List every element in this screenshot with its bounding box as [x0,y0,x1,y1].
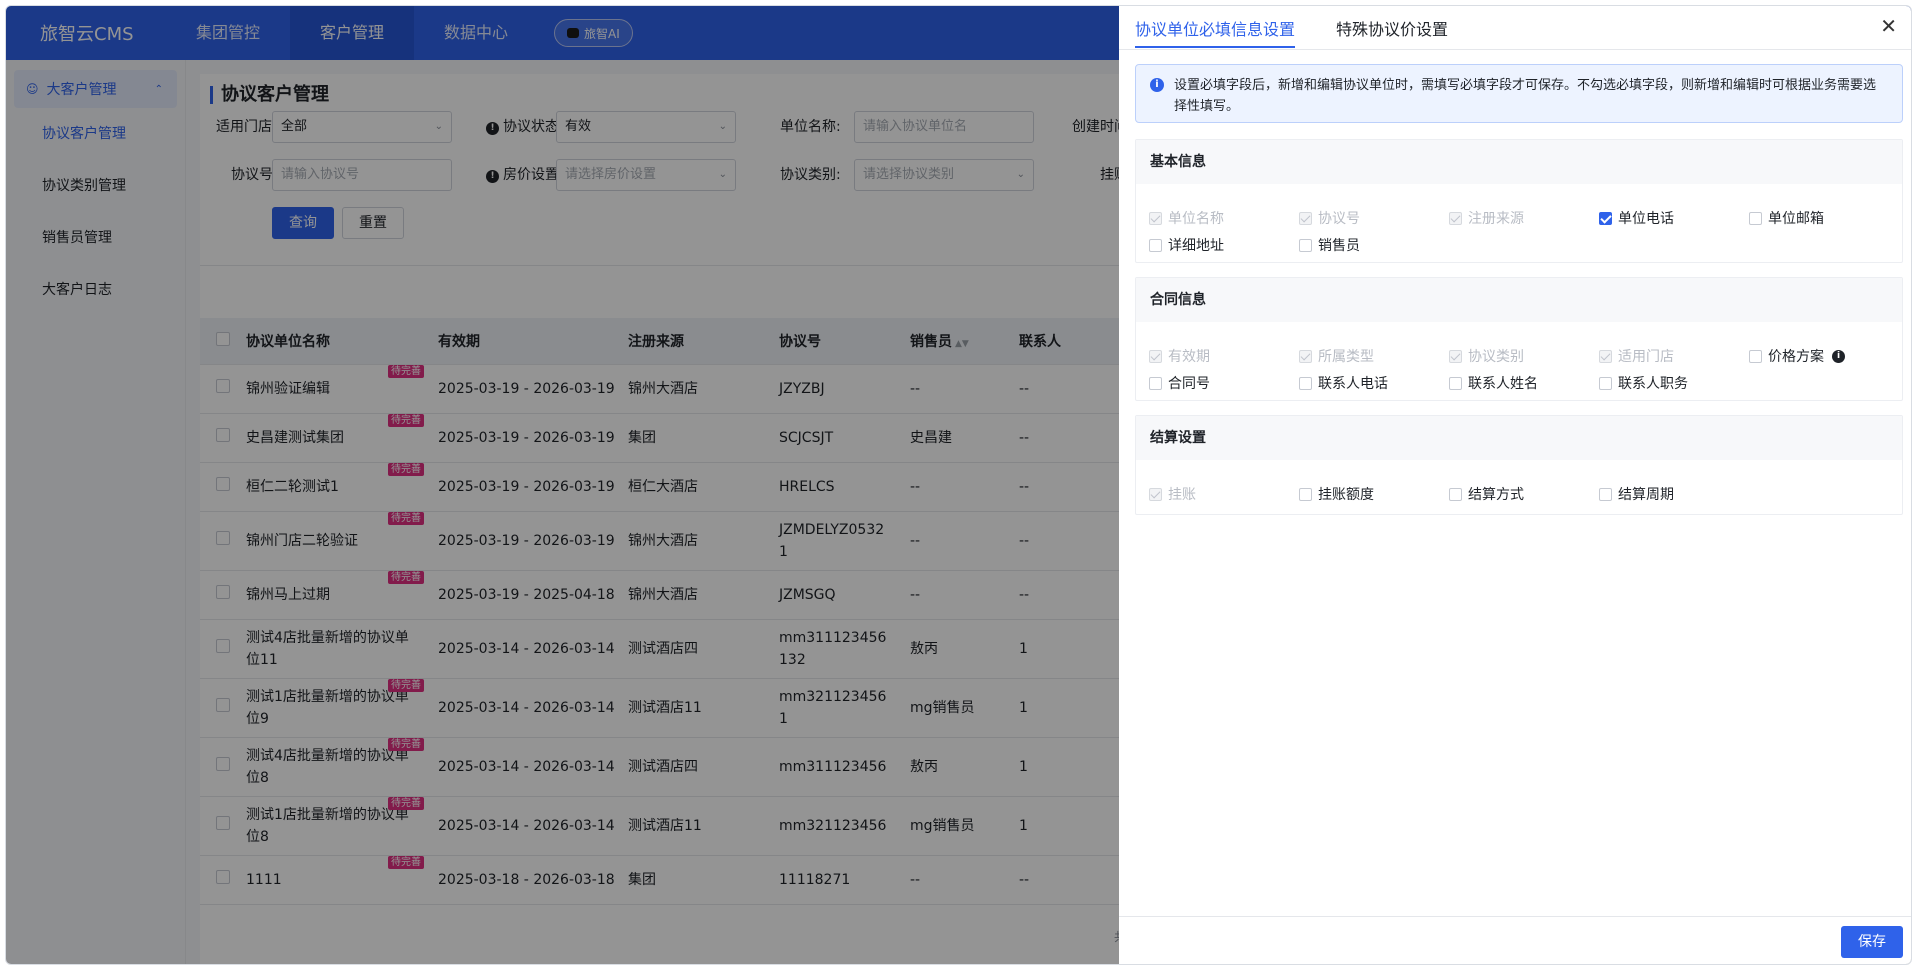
field-option-label: 合同号 [1168,376,1210,392]
drawer-tabs: 协议单位必填信息设置 特殊协议价设置 ✕ [1119,6,1911,50]
field-option-label: 结算周期 [1618,487,1674,503]
tab-required-fields[interactable]: 协议单位必填信息设置 [1135,16,1295,40]
checkbox[interactable] [1599,487,1612,501]
field-option: 单位名称 [1149,208,1224,228]
checkbox[interactable] [1599,376,1612,390]
section-title: 结算设置 [1136,416,1902,460]
close-icon[interactable]: ✕ [1880,14,1897,38]
checkbox[interactable] [1749,211,1762,225]
info-icon[interactable]: i [1832,349,1845,363]
info-icon: i [1150,78,1164,92]
checkbox [1149,211,1162,225]
checkbox[interactable] [1749,349,1762,363]
checkbox[interactable] [1599,211,1612,225]
drawer-footer: 保存 [1119,916,1911,964]
checkbox[interactable] [1299,376,1312,390]
field-option[interactable]: 价格方案 i [1749,346,1849,366]
active-tab-indicator [1135,46,1295,48]
field-option-label: 价格方案 [1768,349,1824,365]
checkbox[interactable] [1449,376,1462,390]
section-title: 合同信息 [1136,278,1902,322]
checkbox[interactable] [1299,487,1312,501]
checkbox [1449,211,1462,225]
field-option-label: 联系人电话 [1318,376,1388,392]
notice-text: 设置必填字段后，新增和编辑协议单位时，需填写必填字段才可保存。不勾选必填字段，则… [1174,78,1877,114]
field-option-label: 适用门店 [1618,349,1674,365]
field-option: 挂账 [1149,484,1196,504]
field-option[interactable]: 结算周期 [1599,484,1674,504]
checkbox [1149,349,1162,363]
checkbox[interactable] [1149,376,1162,390]
save-button[interactable]: 保存 [1841,926,1903,958]
checkbox [1149,487,1162,501]
field-option-label: 单位名称 [1168,211,1224,227]
info-notice: i 设置必填字段后，新增和编辑协议单位时，需填写必填字段才可保存。不勾选必填字段… [1135,64,1903,123]
field-option-label: 有效期 [1168,349,1210,365]
field-option-label: 注册来源 [1468,211,1524,227]
field-option-label: 单位电话 [1618,211,1674,227]
checkbox[interactable] [1149,238,1162,252]
field-option[interactable]: 详细地址 [1149,235,1224,255]
app-window: 旅智云CMS 集团管控 客户管理 数据中心 旅智AI ☺ 大客户管理 ⌃ 协议客… [5,5,1912,965]
field-option: 注册来源 [1449,208,1524,228]
checkbox [1449,349,1462,363]
field-option-label: 所属类型 [1318,349,1374,365]
checkbox [1299,211,1312,225]
field-option-label: 结算方式 [1468,487,1524,503]
field-option-label: 单位邮箱 [1768,211,1824,227]
field-option: 协议类别 [1449,346,1524,366]
field-option-label: 联系人职务 [1618,376,1688,392]
field-option-label: 销售员 [1318,238,1360,254]
field-option[interactable]: 挂账额度 [1299,484,1374,504]
section-basic-info: 基本信息 [1135,139,1903,263]
field-option: 有效期 [1149,346,1210,366]
field-option-label: 协议号 [1318,211,1360,227]
field-option-label: 协议类别 [1468,349,1524,365]
field-option-label: 联系人姓名 [1468,376,1538,392]
checkbox [1599,349,1612,363]
settings-drawer: 协议单位必填信息设置 特殊协议价设置 ✕ i 设置必填字段后，新增和编辑协议单位… [1119,6,1911,964]
field-option-label: 挂账 [1168,487,1196,503]
field-option[interactable]: 结算方式 [1449,484,1524,504]
field-option[interactable]: 销售员 [1299,235,1360,255]
field-option: 所属类型 [1299,346,1374,366]
field-option[interactable]: 联系人姓名 [1449,373,1538,393]
section-title: 基本信息 [1136,140,1902,184]
field-option[interactable]: 合同号 [1149,373,1210,393]
field-option: 适用门店 [1599,346,1674,366]
checkbox[interactable] [1299,238,1312,252]
checkbox[interactable] [1449,487,1462,501]
field-option[interactable]: 单位电话 [1599,208,1674,228]
field-option: 协议号 [1299,208,1360,228]
field-option[interactable]: 联系人电话 [1299,373,1388,393]
tab-special-price[interactable]: 特殊协议价设置 [1336,16,1448,40]
field-option[interactable]: 联系人职务 [1599,373,1688,393]
field-option[interactable]: 单位邮箱 [1749,208,1824,228]
field-option-label: 详细地址 [1168,238,1224,254]
checkbox [1299,349,1312,363]
field-option-label: 挂账额度 [1318,487,1374,503]
